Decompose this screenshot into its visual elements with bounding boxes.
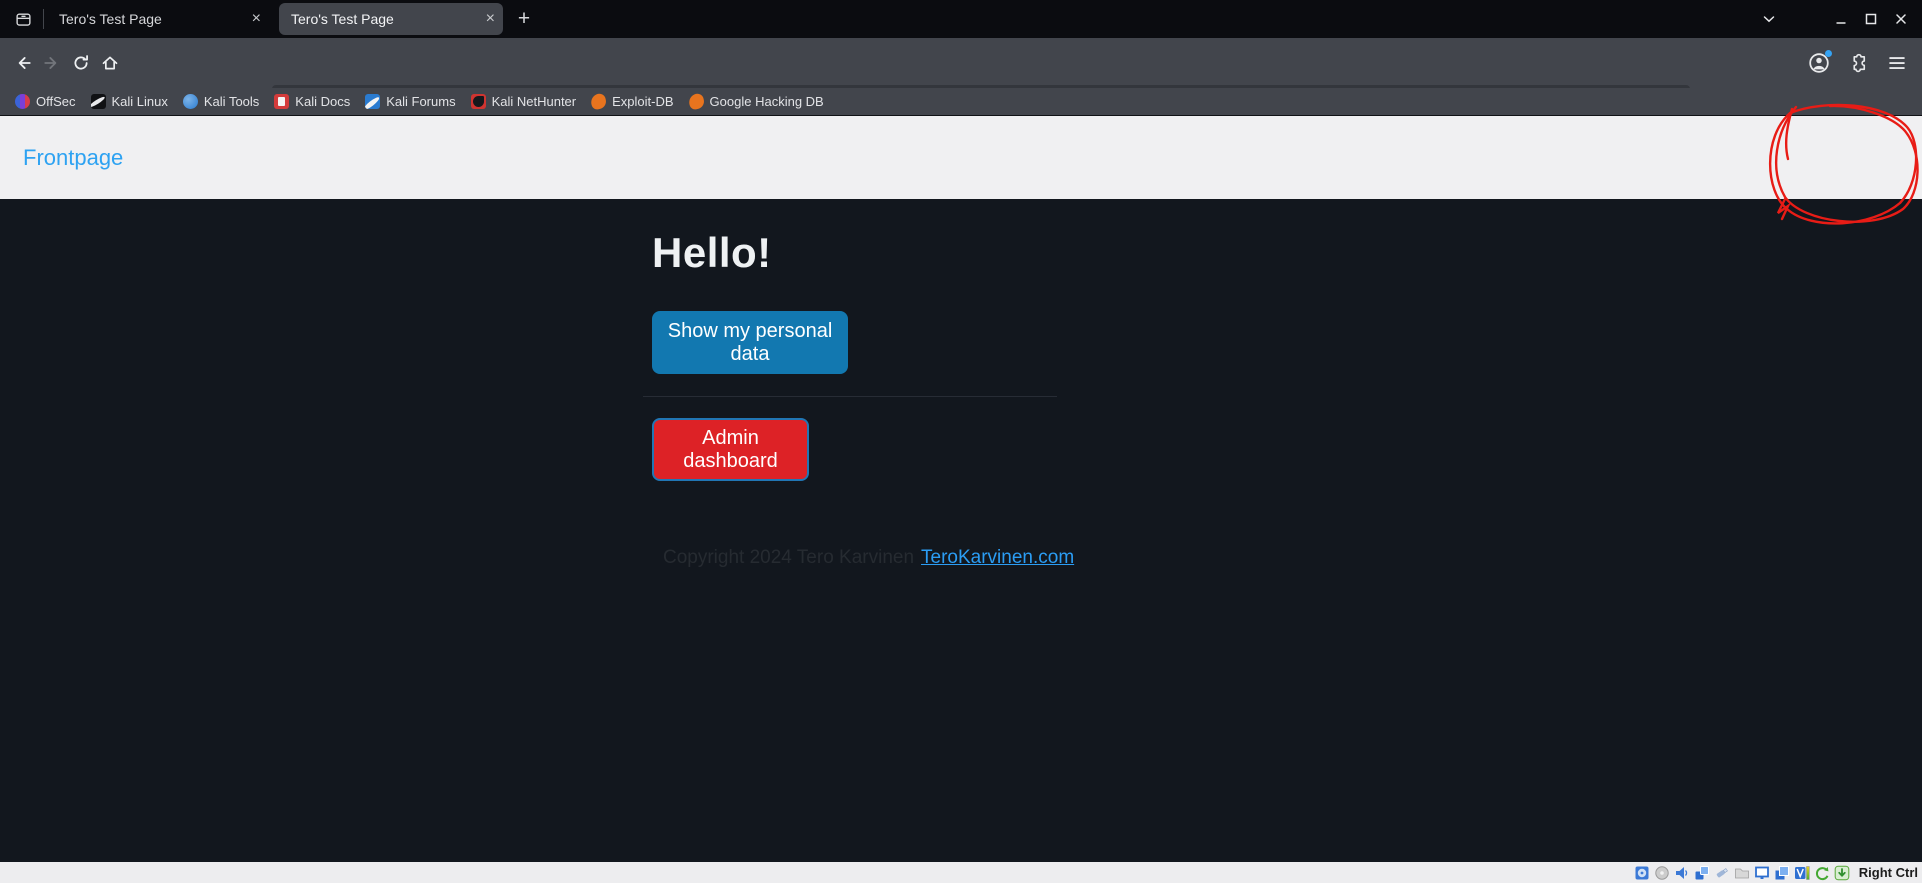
kali-linux-dragon-icon	[91, 94, 106, 109]
new-tab-button[interactable]: +	[509, 4, 539, 34]
firefox-view-icon[interactable]	[8, 4, 38, 34]
vbox-audio-icon[interactable]	[1674, 864, 1691, 881]
bookmark-kali-docs[interactable]: Kali Docs	[274, 94, 350, 109]
tab-close-icon[interactable]: ×	[252, 11, 261, 27]
tab-teros-test-page-inactive[interactable]: Tero's Test Page ×	[47, 3, 269, 35]
nav-button-group	[8, 38, 124, 88]
tab-title: Tero's Test Page	[59, 11, 246, 27]
vbox-autoresize-icon[interactable]	[1814, 864, 1831, 881]
vbox-usb-icon[interactable]	[1714, 864, 1731, 881]
virtualbox-guest-window: Tero's Test Page × Tero's Test Page × +	[0, 0, 1922, 883]
tab-separator	[43, 9, 44, 29]
bookmark-label: Kali Linux	[112, 94, 168, 109]
bookmark-kali-linux[interactable]: Kali Linux	[91, 94, 168, 109]
tab-title: Tero's Test Page	[291, 11, 480, 27]
bookmark-label: Exploit-DB	[612, 94, 673, 109]
site-header: Frontpage Login Register	[0, 116, 1922, 199]
account-notification-dot	[1825, 50, 1832, 57]
bookmark-google-hacking-db[interactable]: Google Hacking DB	[689, 94, 824, 109]
admin-dashboard-button[interactable]: Admin dashboard	[652, 418, 809, 481]
kali-nethunter-icon	[471, 94, 486, 109]
google-hacking-db-bird-icon	[687, 92, 705, 110]
copyright-text: Copyright 2024 Tero Karvinen	[663, 547, 914, 568]
terokarvinen-link[interactable]: TeroKarvinen.com	[921, 547, 1074, 568]
bookmark-exploit-db[interactable]: Exploit-DB	[591, 94, 673, 109]
home-icon[interactable]	[95, 49, 124, 78]
window-maximize-button[interactable]	[1856, 4, 1886, 34]
bookmark-label: Kali NetHunter	[492, 94, 577, 109]
window-close-button[interactable]	[1886, 4, 1916, 34]
browser-navigation-toolbar: http://127.0.0.1:8000	[0, 38, 1922, 88]
divider	[643, 396, 1057, 397]
page-content: Hello! Show my personal data Admin dashb…	[0, 199, 1922, 862]
vbox-display-icon[interactable]	[1754, 864, 1771, 881]
back-icon[interactable]	[8, 49, 37, 78]
bookmark-label: Google Hacking DB	[710, 94, 824, 109]
reload-icon[interactable]	[66, 49, 95, 78]
bookmark-label: Kali Tools	[204, 94, 259, 109]
bookmark-offsec[interactable]: OffSec	[15, 94, 76, 109]
bookmarks-toolbar: OffSec Kali Linux Kali Tools Kali Docs K…	[0, 88, 1922, 116]
tab-close-icon[interactable]: ×	[486, 11, 495, 27]
vbox-features-indicator-icon[interactable]	[1794, 864, 1811, 881]
vbox-network-icon[interactable]	[1694, 864, 1711, 881]
kali-forums-icon	[365, 94, 380, 109]
list-all-tabs-chevron-icon[interactable]	[1754, 4, 1784, 34]
bookmark-label: OffSec	[36, 94, 76, 109]
frontpage-link[interactable]: Frontpage	[23, 145, 123, 171]
exploit-db-bird-icon	[590, 92, 608, 110]
bookmark-label: Kali Docs	[295, 94, 350, 109]
copyright-line: Copyright 2024 Tero Karvinen TeroKarvinen…	[663, 547, 1074, 569]
bookmark-kali-nethunter[interactable]: Kali NetHunter	[471, 94, 577, 109]
extensions-puzzle-icon[interactable]	[1845, 50, 1871, 76]
show-personal-data-button[interactable]: Show my personal data	[652, 311, 848, 374]
bookmark-kali-tools[interactable]: Kali Tools	[183, 94, 259, 109]
kali-tools-icon	[183, 94, 198, 109]
vbox-shared-folder-icon[interactable]	[1734, 864, 1751, 881]
virtualbox-status-bar: Right Ctrl	[0, 862, 1922, 883]
browser-tab-bar: Tero's Test Page × Tero's Test Page × +	[0, 0, 1922, 38]
tab-teros-test-page-active[interactable]: Tero's Test Page ×	[279, 3, 503, 35]
vbox-seamless-windows-icon[interactable]	[1774, 864, 1791, 881]
toolbar-right-group	[1806, 38, 1910, 88]
forward-icon[interactable]	[37, 49, 66, 78]
kali-docs-icon	[274, 94, 289, 109]
bookmark-label: Kali Forums	[386, 94, 455, 109]
window-minimize-button[interactable]	[1826, 4, 1856, 34]
window-controls	[1754, 0, 1916, 38]
page-heading: Hello!	[652, 229, 772, 277]
vbox-dragdrop-icon[interactable]	[1834, 864, 1851, 881]
vbox-harddisk-icon[interactable]	[1634, 864, 1651, 881]
host-key-label: Right Ctrl	[1859, 865, 1918, 880]
offsec-icon	[15, 94, 30, 109]
vbox-cd-icon[interactable]	[1654, 864, 1671, 881]
menu-hamburger-icon[interactable]	[1884, 50, 1910, 76]
account-icon[interactable]	[1806, 50, 1832, 76]
bookmark-kali-forums[interactable]: Kali Forums	[365, 94, 455, 109]
